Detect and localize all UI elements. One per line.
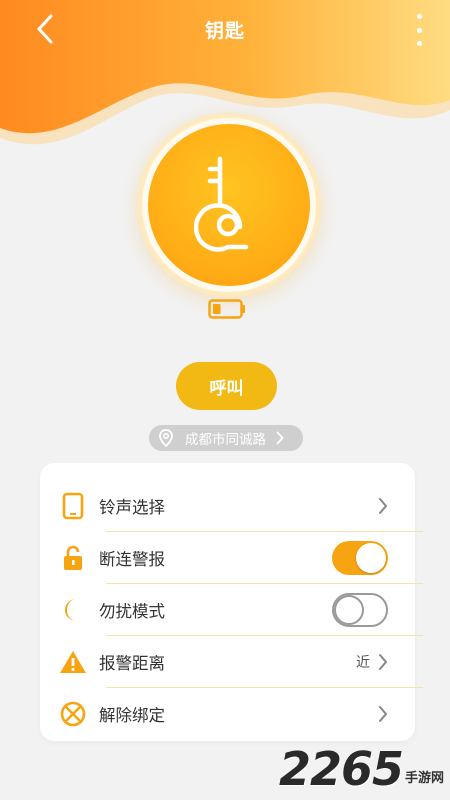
site-watermark: 2265 手游网 xyxy=(279,746,444,792)
location-chip[interactable]: 成都市同诚路 xyxy=(149,425,303,451)
lock-icon xyxy=(58,543,88,573)
phone-icon xyxy=(58,491,88,521)
setting-label: 勿扰模式 xyxy=(99,602,165,621)
chevron-right-icon xyxy=(378,497,388,515)
moon-icon xyxy=(58,595,88,625)
settings-card: 铃声选择 断连警报 勿扰模式 报警距离 近 解除绑定 xyxy=(40,463,423,741)
setting-label: 断连警报 xyxy=(99,550,165,569)
alarm-distance-value: 近 xyxy=(356,655,370,671)
dot-icon xyxy=(416,14,422,19)
unbind-icon xyxy=(58,699,88,729)
location-text: 成都市同诚路 xyxy=(185,432,266,448)
setting-unbind[interactable]: 解除绑定 xyxy=(58,688,388,740)
dot-icon xyxy=(416,27,422,33)
location-pin-icon xyxy=(159,429,173,447)
chevron-right-icon xyxy=(378,705,388,723)
disconnect-alarm-toggle[interactable] xyxy=(332,541,388,575)
setting-do-not-disturb[interactable]: 勿扰模式 xyxy=(58,584,388,636)
watermark-text: 手游网 xyxy=(404,771,444,786)
setting-ringtone[interactable]: 铃声选择 xyxy=(58,480,388,532)
page-title: 钥匙 xyxy=(204,20,245,42)
setting-label: 解除绑定 xyxy=(99,706,165,725)
battery-icon xyxy=(208,299,245,319)
key-icon xyxy=(194,156,249,252)
more-options-button[interactable] xyxy=(412,14,426,46)
dot-icon xyxy=(416,41,422,46)
call-button[interactable]: 呼叫 xyxy=(176,362,277,410)
device-avatar[interactable] xyxy=(148,124,310,286)
setting-alarm-distance[interactable]: 报警距离 近 xyxy=(58,636,388,688)
toggle-knob xyxy=(356,543,386,573)
top-bar: 钥匙 xyxy=(0,0,450,60)
toggle-knob xyxy=(334,595,364,625)
setting-disconnect-alarm[interactable]: 断连警报 xyxy=(58,532,388,584)
chevron-right-icon xyxy=(276,431,284,445)
do-not-disturb-toggle[interactable] xyxy=(332,593,388,627)
watermark-number: 2265 xyxy=(278,742,404,796)
chevron-right-icon xyxy=(378,653,388,671)
setting-label: 铃声选择 xyxy=(99,498,165,517)
setting-label: 报警距离 xyxy=(99,654,165,673)
warning-icon xyxy=(58,647,88,677)
